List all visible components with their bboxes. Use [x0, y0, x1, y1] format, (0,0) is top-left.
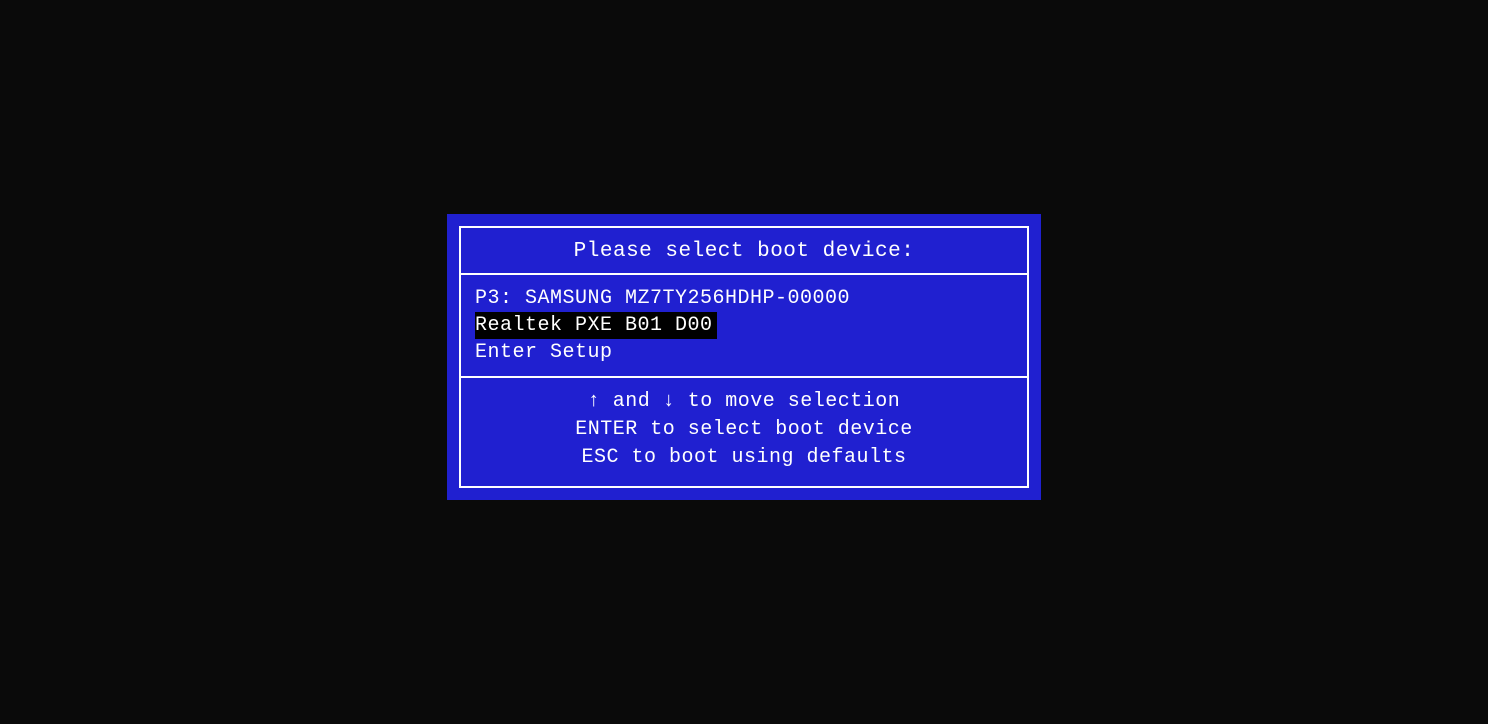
boot-menu-dialog: Please select boot device: P3: SAMSUNG M… — [447, 214, 1041, 500]
instruction-esc: ESC to boot using defaults — [475, 444, 1013, 472]
instruction-and: and — [600, 390, 663, 413]
boot-device-item-1[interactable]: Realtek PXE B01 D00 — [475, 312, 717, 339]
boot-device-item-0[interactable]: P3: SAMSUNG MZ7TY256HDHP-00000 — [475, 285, 850, 312]
boot-device-list[interactable]: P3: SAMSUNG MZ7TY256HDHP-00000 Realtek P… — [461, 275, 1027, 378]
instruction-enter: ENTER to select boot device — [475, 416, 1013, 444]
arrow-down-icon: ↓ — [663, 390, 676, 413]
boot-device-item-2[interactable]: Enter Setup — [475, 339, 613, 366]
arrow-up-icon: ↑ — [588, 390, 601, 413]
boot-menu-frame: Please select boot device: P3: SAMSUNG M… — [459, 226, 1029, 488]
boot-menu-title: Please select boot device: — [461, 228, 1027, 275]
instruction-move: to move selection — [675, 390, 900, 413]
boot-menu-instructions: ↑ and ↓ to move selection ENTER to selec… — [461, 378, 1027, 486]
